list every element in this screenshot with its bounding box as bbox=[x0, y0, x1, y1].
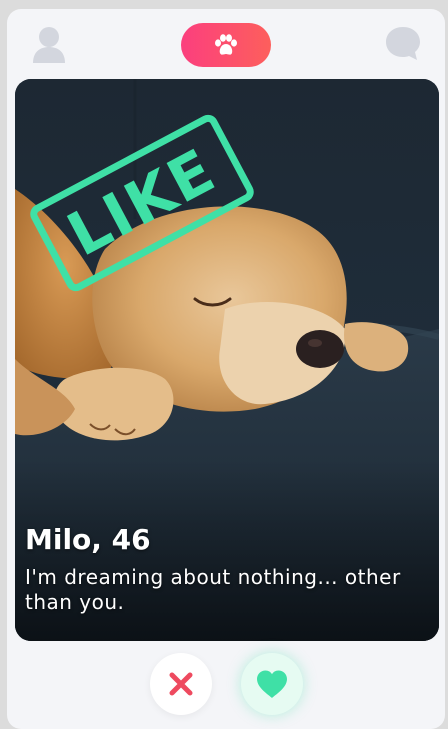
heart-icon bbox=[257, 670, 287, 698]
app-window: LIKE Milo, 46 I'm dreaming about nothing… bbox=[7, 9, 445, 729]
profile-card[interactable]: LIKE Milo, 46 I'm dreaming about nothing… bbox=[15, 79, 439, 641]
close-icon bbox=[169, 672, 193, 696]
chat-bubble-icon bbox=[386, 27, 420, 60]
paw-icon bbox=[215, 34, 237, 55]
dislike-button[interactable] bbox=[150, 653, 212, 715]
pet-name: Milo, 46 bbox=[25, 523, 151, 556]
user-icon bbox=[33, 27, 65, 63]
top-bar bbox=[7, 9, 445, 79]
pet-bio: I'm dreaming about nothing... other than… bbox=[25, 565, 401, 614]
discover-tab-button[interactable] bbox=[181, 23, 271, 67]
like-button[interactable] bbox=[241, 653, 303, 715]
profile-button[interactable] bbox=[31, 25, 67, 63]
chat-button[interactable] bbox=[384, 25, 422, 61]
